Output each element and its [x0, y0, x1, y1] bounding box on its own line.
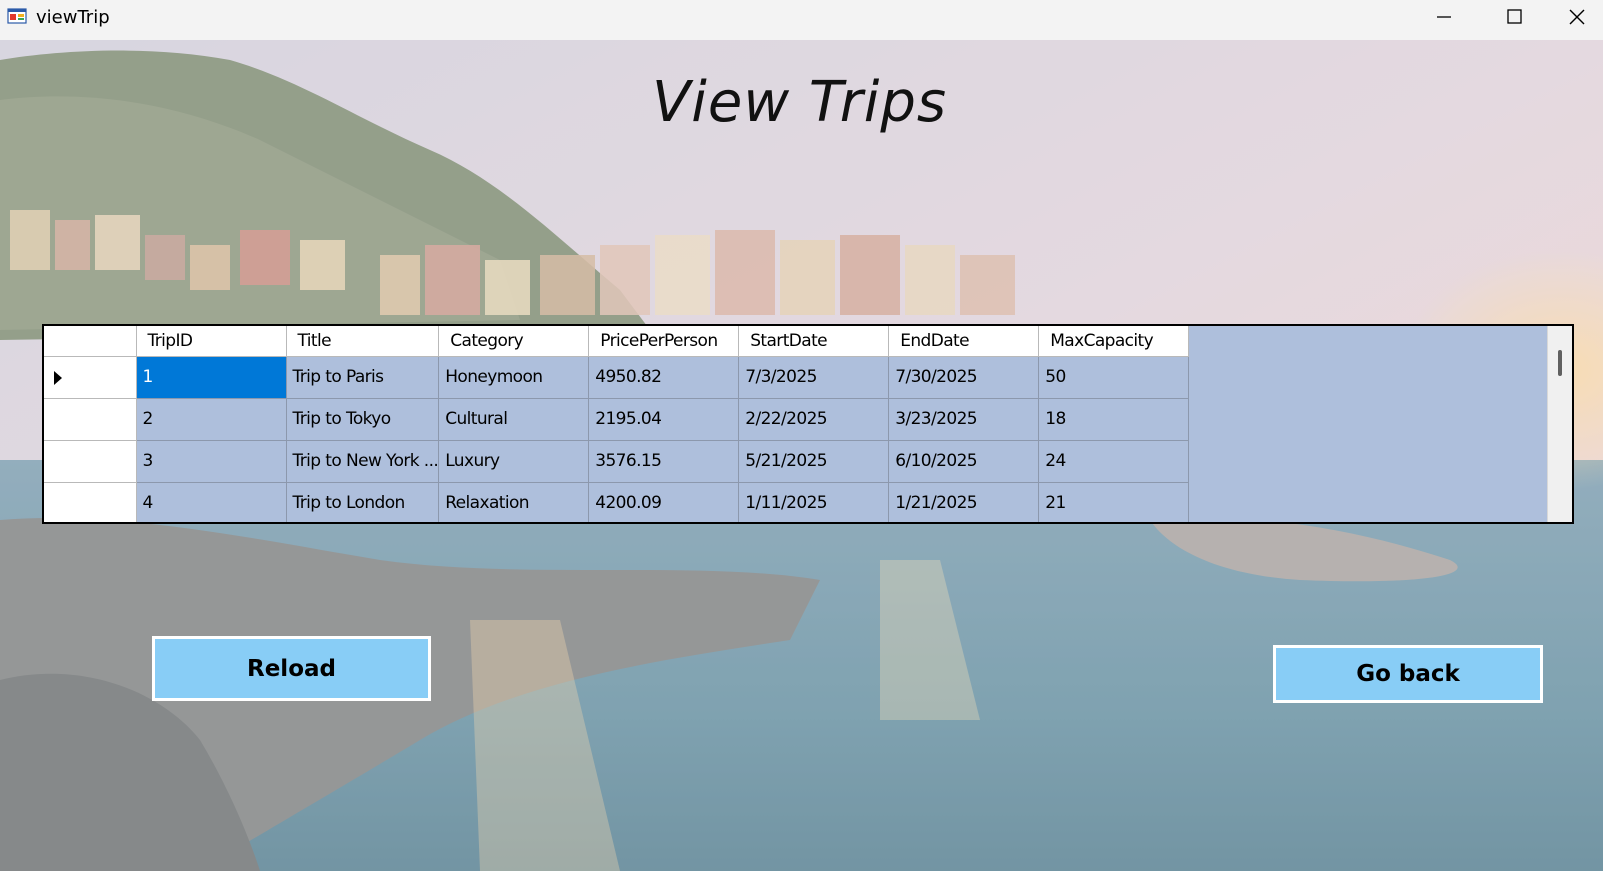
table-cell[interactable]: 7/3/2025 — [738, 356, 890, 399]
close-button[interactable] — [1560, 0, 1603, 34]
column-header-tripid[interactable]: TripID — [136, 326, 287, 357]
grid-corner-cell[interactable] — [44, 326, 137, 357]
table-cell[interactable]: Honeymoon — [438, 356, 590, 399]
table-cell[interactable]: 1/11/2025 — [738, 482, 890, 522]
column-header-maxcapacity[interactable]: MaxCapacity — [1038, 326, 1190, 357]
table-cell[interactable]: Luxury — [438, 440, 590, 483]
table-cell[interactable]: Trip to Tokyo — [286, 398, 440, 441]
table-row[interactable]: 1 Trip to Paris Honeymoon 4950.82 7/3/20… — [44, 356, 1190, 399]
table-row[interactable]: 3 Trip to New York ... Luxury 3576.15 5/… — [44, 440, 1190, 483]
table-cell[interactable]: 1/21/2025 — [888, 482, 1040, 522]
table-cell[interactable]: 18 — [1038, 398, 1190, 441]
trips-table: TripID Title Category PricePerPerson Sta… — [44, 326, 1190, 522]
table-cell[interactable]: 3576.15 — [588, 440, 740, 483]
table-cell[interactable]: Cultural — [438, 398, 590, 441]
table-cell[interactable]: Trip to London — [286, 482, 440, 522]
table-cell[interactable]: 2/22/2025 — [738, 398, 890, 441]
scrollbar-thumb[interactable] — [1558, 350, 1562, 376]
maximize-icon — [1507, 9, 1522, 24]
table-header-row: TripID Title Category PricePerPerson Sta… — [44, 326, 1190, 357]
table-cell[interactable]: 21 — [1038, 482, 1190, 522]
row-header[interactable] — [44, 440, 137, 483]
table-cell[interactable]: Relaxation — [438, 482, 590, 522]
column-header-priceperperson[interactable]: PricePerPerson — [588, 326, 740, 357]
table-cell[interactable]: 50 — [1038, 356, 1190, 399]
reload-button[interactable]: Reload — [152, 636, 431, 701]
current-row-arrow-icon — [54, 370, 62, 385]
maximize-button[interactable] — [1491, 0, 1537, 34]
page-title: View Trips — [652, 70, 948, 135]
close-icon — [1569, 9, 1585, 25]
table-row[interactable]: 4 Trip to London Relaxation 4200.09 1/11… — [44, 482, 1190, 522]
app-form-icon — [7, 8, 27, 24]
column-header-startdate[interactable]: StartDate — [738, 326, 890, 357]
table-cell[interactable]: 4 — [136, 482, 287, 522]
column-header-enddate[interactable]: EndDate — [888, 326, 1040, 357]
table-cell[interactable]: 3/23/2025 — [888, 398, 1040, 441]
go-back-button[interactable]: Go back — [1273, 645, 1543, 703]
table-cell[interactable]: 2195.04 — [588, 398, 740, 441]
table-cell[interactable]: 4200.09 — [588, 482, 740, 522]
table-cell[interactable]: 3 — [136, 440, 287, 483]
table-cell[interactable]: 1 — [136, 356, 287, 399]
minimize-button[interactable] — [1420, 0, 1466, 34]
column-header-title[interactable]: Title — [286, 326, 440, 357]
table-row[interactable]: 2 Trip to Tokyo Cultural 2195.04 2/22/20… — [44, 398, 1190, 441]
row-header[interactable] — [44, 482, 137, 522]
row-header[interactable] — [44, 398, 137, 441]
window-title: viewTrip — [36, 7, 110, 28]
vertical-scrollbar[interactable] — [1547, 326, 1572, 522]
table-cell[interactable]: 7/30/2025 — [888, 356, 1040, 399]
table-cell[interactable]: 4950.82 — [588, 356, 740, 399]
table-cell[interactable]: Trip to Paris — [286, 356, 440, 399]
table-cell[interactable]: 6/10/2025 — [888, 440, 1040, 483]
minimize-icon — [1437, 16, 1451, 18]
column-header-category[interactable]: Category — [438, 326, 590, 357]
table-cell[interactable]: 2 — [136, 398, 287, 441]
table-cell[interactable]: 5/21/2025 — [738, 440, 890, 483]
row-header[interactable] — [44, 356, 137, 399]
window-titlebar: viewTrip — [0, 0, 1603, 40]
trips-data-grid[interactable]: TripID Title Category PricePerPerson Sta… — [42, 324, 1574, 524]
table-cell[interactable]: Trip to New York ... — [286, 440, 440, 483]
table-cell[interactable]: 24 — [1038, 440, 1190, 483]
